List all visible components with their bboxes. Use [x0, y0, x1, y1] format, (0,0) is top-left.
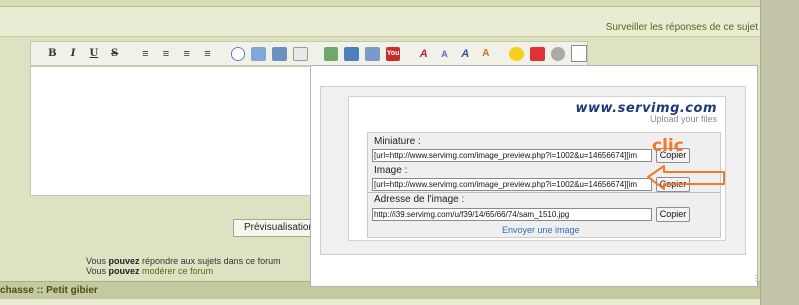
perm-bold: pouvez [108, 256, 140, 266]
quote-icon[interactable] [292, 46, 308, 61]
image-icon[interactable] [272, 46, 287, 61]
address-label: Adresse de l'image : [374, 194, 465, 205]
clic-annotation: clic [652, 136, 684, 156]
top-bar [0, 0, 760, 7]
italic-button[interactable]: I [66, 46, 81, 61]
code-icon[interactable] [251, 46, 267, 61]
copy-address-button[interactable]: Copier [656, 207, 690, 222]
permissions-text: Vous pouvez répondre aux sujets dans ce … [86, 256, 281, 276]
align-right-icon[interactable]: ≡ [179, 47, 194, 61]
settings-icon[interactable] [550, 46, 566, 61]
watch-topic-link[interactable]: Surveiller les réponses de ce sujet [606, 22, 758, 33]
subscribe-row: Surveiller les réponses de ce sujet [0, 17, 760, 37]
link-icon[interactable] [365, 46, 380, 61]
resize-handle-icon[interactable]: ⋮ [752, 274, 760, 283]
miniature-field[interactable]: [url=http://www.servimg.com/image_previe… [372, 149, 652, 162]
image-field[interactable]: [url=http://www.servimg.com/image_previe… [372, 178, 652, 191]
calendar-icon[interactable] [529, 46, 545, 61]
align-left-icon[interactable]: ≡ [138, 47, 153, 61]
font-icon[interactable]: A [416, 47, 431, 61]
bold-button[interactable]: B [45, 46, 60, 61]
youtube-icon[interactable]: You [385, 46, 401, 61]
send-image-link[interactable]: Envoyer une image [502, 225, 580, 235]
breadcrumb[interactable]: chasse :: Petit gibier [0, 285, 98, 296]
perm-text: Vous [86, 256, 109, 266]
align-justify-icon[interactable]: ≡ [200, 47, 215, 61]
clear-icon[interactable]: A [479, 47, 494, 61]
table-icon[interactable] [323, 46, 339, 61]
image-label: Image : [374, 165, 408, 176]
source-icon[interactable] [571, 45, 588, 62]
arrow-annotation-icon [647, 165, 725, 190]
smiley-icon[interactable] [509, 46, 524, 61]
scrollbar-strip[interactable] [760, 0, 799, 305]
miniature-label: Miniature : [374, 136, 421, 147]
perm-bold: pouvez [108, 266, 140, 276]
underline-button[interactable]: U [87, 46, 102, 61]
moderate-link[interactable]: modérer ce forum [140, 266, 213, 276]
speech-bubble-icon[interactable] [230, 46, 246, 61]
address-field[interactable]: http://i39.servimg.com/u/f39/14/65/66/74… [372, 208, 652, 221]
perm-text: répondre aux sujets dans ce forum [139, 256, 281, 266]
color-icon[interactable]: A [458, 47, 473, 61]
strike-button[interactable]: S [107, 46, 122, 61]
editor-toolbar: B I U S ≡ ≡ ≡ ≡ You A A A A [30, 41, 588, 66]
servimg-logo: www.servimg.com Upload your files [575, 101, 717, 124]
size-icon[interactable]: A [437, 47, 452, 61]
insert-image-icon[interactable] [344, 46, 360, 61]
align-center-icon[interactable]: ≡ [159, 47, 174, 61]
perm-text: Vous [86, 266, 109, 276]
